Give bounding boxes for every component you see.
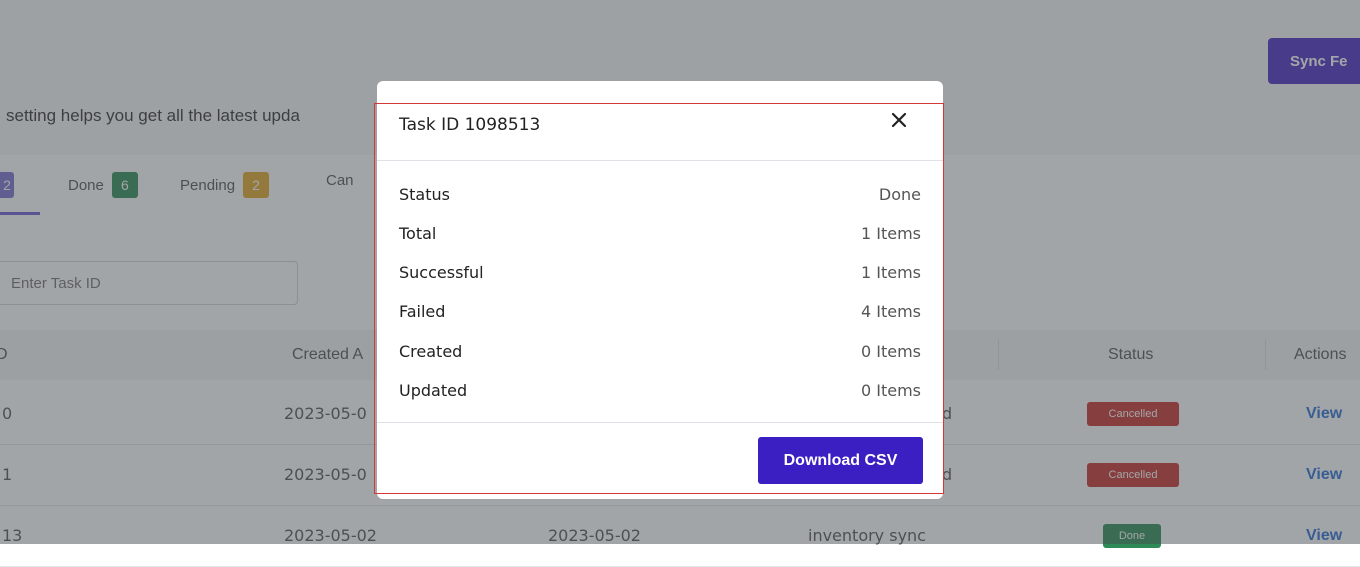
close-button[interactable] (887, 108, 911, 132)
total-value: 1 Items (860, 224, 921, 243)
status-value: Done (878, 185, 921, 204)
failed-value: 4 Items (860, 302, 921, 321)
successful-value: 1 Items (860, 263, 921, 282)
modal-footer-divider (377, 422, 943, 423)
created-value: 0 Items (860, 342, 921, 361)
close-icon (891, 112, 907, 128)
updated-label: Updated (399, 381, 468, 400)
failed-label: Failed (399, 302, 446, 321)
created-label: Created (399, 342, 463, 361)
updated-value: 0 Items (860, 381, 921, 400)
total-label: Total (399, 224, 437, 243)
modal-header-divider (377, 160, 943, 161)
download-csv-button[interactable]: Download CSV (758, 437, 923, 484)
modal-title: Task ID 1098513 (399, 115, 541, 135)
task-detail-modal: Task ID 1098513 Status Done Total 1 Item… (377, 81, 943, 499)
successful-label: Successful (399, 263, 484, 282)
status-label: Status (399, 185, 450, 204)
